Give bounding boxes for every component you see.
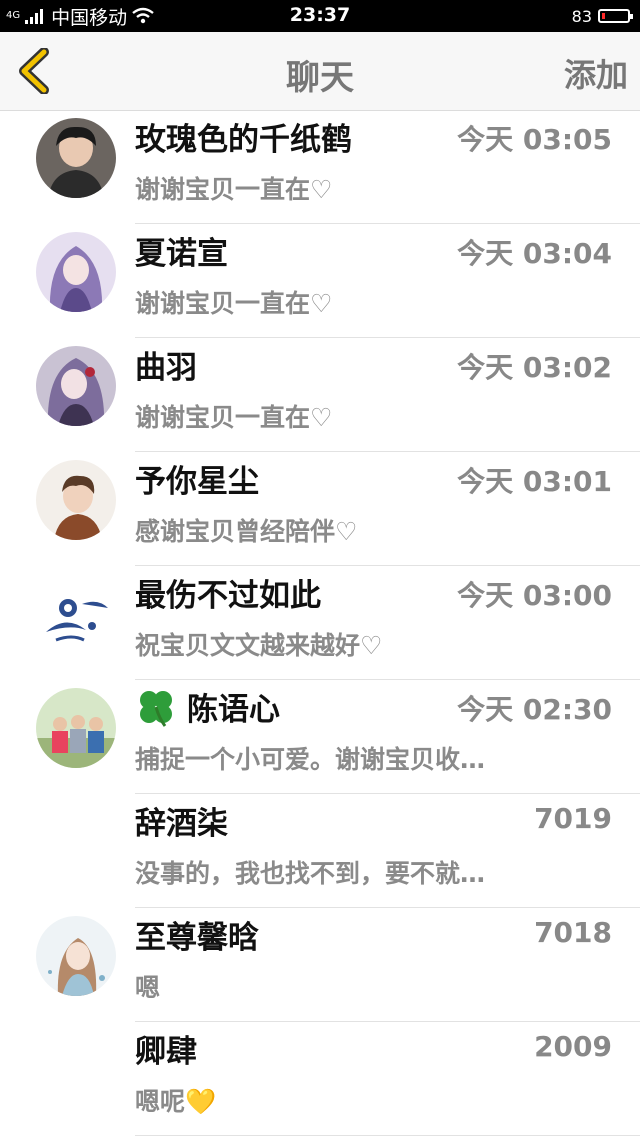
chat-preview: 感谢宝贝曾经陪伴♡ [135, 517, 358, 546]
chat-time: 今天 03:00 [457, 579, 612, 612]
battery-icon [598, 9, 633, 23]
chat-row[interactable]: 曲羽 今天 03:02 谢谢宝贝一直在♡ [0, 338, 640, 452]
chat-name: 辞酒柒 [135, 806, 228, 842]
chat-row[interactable]: 夏诺宣 今天 03:04 谢谢宝贝一直在♡ [0, 224, 640, 338]
status-bar: 4G 中国移动 23:37 83 [0, 0, 640, 32]
chat-row[interactable]: 至尊馨晗 7018 嗯 [0, 908, 640, 1022]
avatar [36, 346, 116, 426]
chat-preview: 嗯呢💛 [135, 1087, 217, 1116]
chat-name: 曲羽 [135, 350, 197, 386]
chat-row[interactable]: 卿肆 2009 嗯呢💛 [0, 1022, 640, 1136]
nav-bar: 聊天 添加 [0, 32, 640, 111]
chat-row[interactable]: 陈语心 今天 02:30 捕捉一个小可爱。谢谢宝贝收… [0, 680, 640, 794]
chat-preview: 嗯 [135, 973, 161, 1002]
chat-time: 今天 03:04 [457, 237, 612, 270]
avatar [36, 118, 116, 198]
chat-preview: 没事的，我也找不到，要不就… [135, 859, 486, 888]
chat-name: 最伤不过如此 [135, 578, 321, 614]
chat-row[interactable]: 最伤不过如此 今天 03:00 祝宝贝文文越来越好♡ [0, 566, 640, 680]
avatar [36, 574, 116, 654]
chat-time: 今天 02:30 [457, 693, 612, 726]
chat-name: 予你星尘 [135, 464, 259, 500]
avatar [36, 688, 116, 768]
chat-preview: 谢谢宝贝一直在♡ [135, 289, 333, 318]
chat-time: 7019 [534, 802, 612, 835]
chat-time: 今天 03:01 [457, 465, 612, 498]
chat-name: 卿肆 [135, 1034, 197, 1070]
chat-preview: 谢谢宝贝一直在♡ [135, 403, 333, 432]
page-title: 聊天 [286, 58, 354, 98]
chat-time: 2009 [534, 1030, 612, 1063]
avatar [36, 916, 116, 996]
battery-percent: 83 [571, 6, 592, 26]
chat-name: 夏诺宣 [135, 236, 228, 272]
chat-row[interactable]: 玫瑰色的千纸鹤 今天 03:05 谢谢宝贝一直在♡ [0, 110, 640, 224]
chat-row[interactable]: 辞酒柒 7019 没事的，我也找不到，要不就… [0, 794, 640, 908]
avatar [36, 460, 116, 540]
chat-time: 7018 [534, 916, 612, 949]
chat-name-text: 陈语心 [187, 692, 280, 728]
four-leaf-clover-icon [135, 686, 177, 728]
chat-name: 至尊馨晗 [135, 920, 259, 956]
chat-time: 今天 03:05 [457, 123, 612, 156]
chat-row[interactable]: 予你星尘 今天 03:01 感谢宝贝曾经陪伴♡ [0, 452, 640, 566]
chat-preview: 祝宝贝文文越来越好♡ [135, 631, 383, 660]
chat-name: 玫瑰色的千纸鹤 [135, 122, 352, 158]
chat-time: 今天 03:02 [457, 351, 612, 384]
clock: 23:37 [289, 4, 351, 26]
chat-preview: 谢谢宝贝一直在♡ [135, 175, 333, 204]
chat-name: 陈语心 [135, 684, 280, 729]
avatar [36, 232, 116, 312]
chat-list: 玫瑰色的千纸鹤 今天 03:05 谢谢宝贝一直在♡ 夏诺宣 今天 03:04 谢… [0, 110, 640, 1136]
add-button[interactable]: 添加 [564, 50, 628, 96]
chat-preview: 捕捉一个小可爱。谢谢宝贝收… [135, 745, 486, 774]
